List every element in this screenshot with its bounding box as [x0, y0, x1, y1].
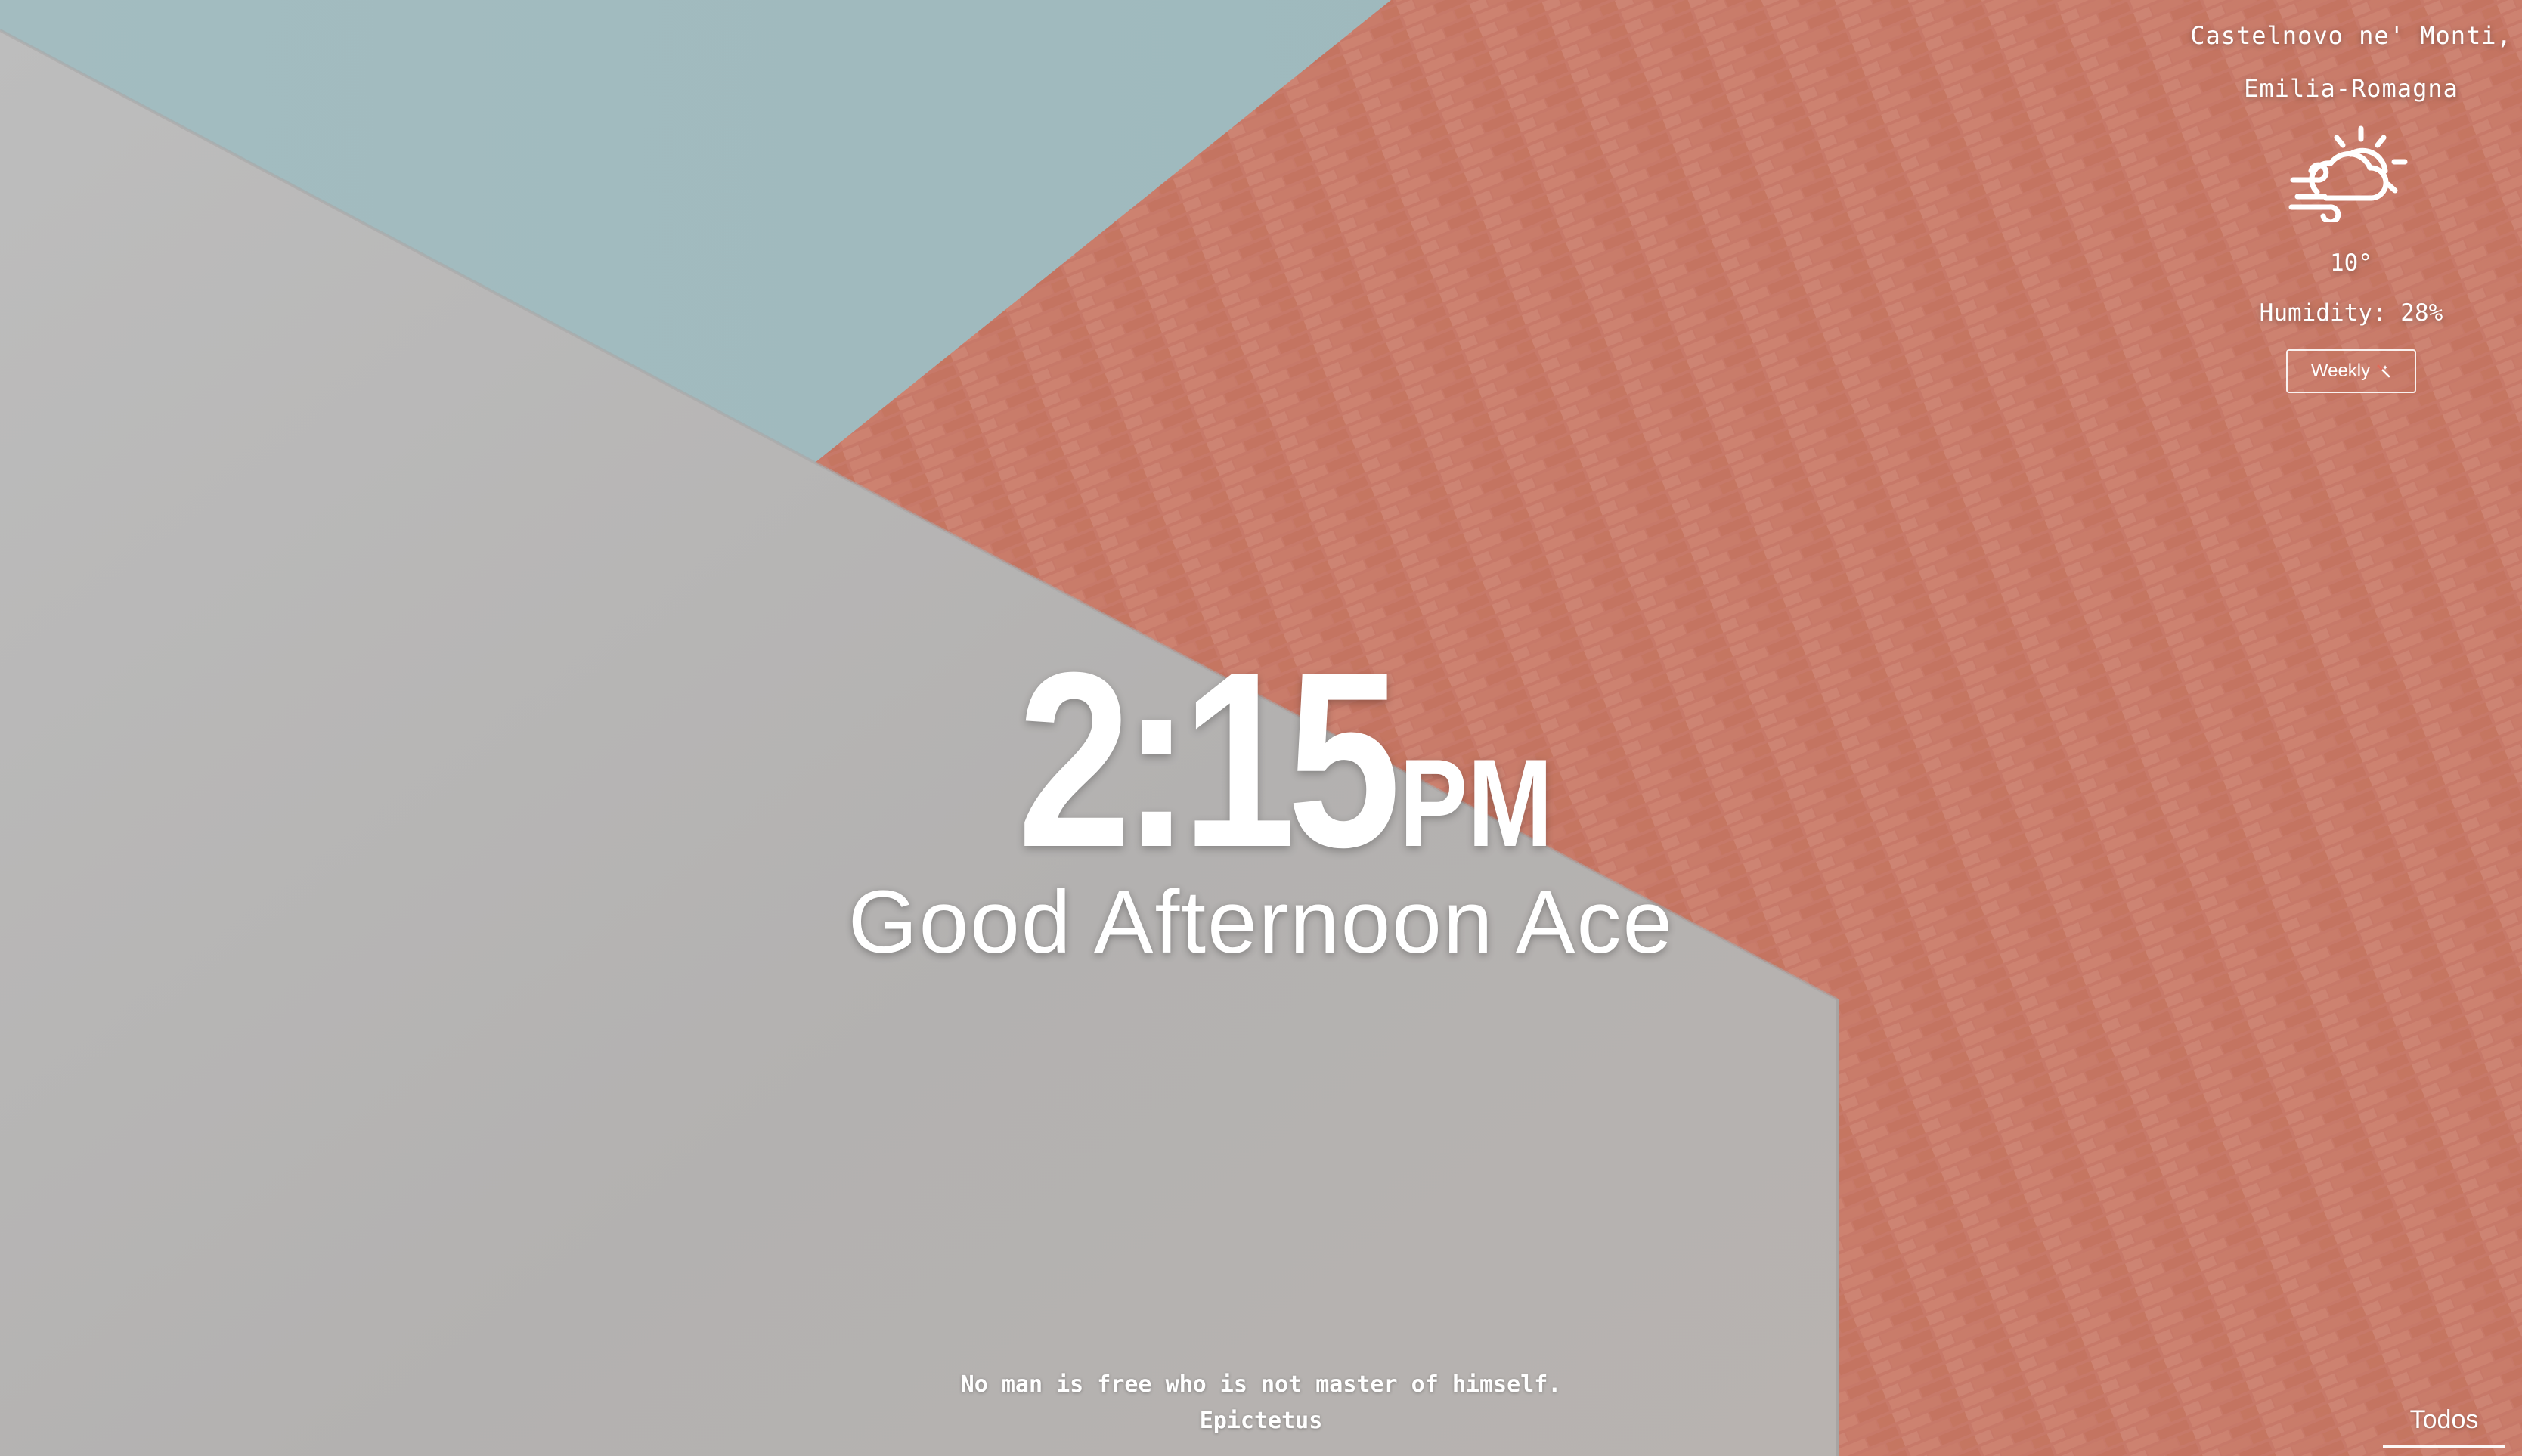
quote-author: Epictetus	[1199, 1408, 1323, 1434]
magic-wand-icon	[2376, 351, 2391, 392]
weekly-forecast-button[interactable]: Weekly	[2286, 349, 2416, 393]
greeting: Good Afternoon Ace	[847, 872, 1675, 972]
weather-location-line2: Emilia-Romagna	[2244, 74, 2458, 103]
weather-location-line1: Castelnovo ne' Monti,	[2190, 21, 2512, 50]
clock-time: 2:15	[1017, 620, 1401, 899]
clock-ampm: PM	[1399, 733, 1554, 872]
weekly-button-label: Weekly	[2310, 361, 2371, 381]
weather-humidity: Humidity: 28%	[2259, 299, 2443, 327]
quote: No man is free who is not master of hims…	[0, 1367, 2522, 1439]
weather-panel: Castelnovo ne' Monti, Emilia-Romagna 10°…	[2162, 9, 2522, 393]
quote-text: No man is free who is not master of hims…	[960, 1371, 1562, 1398]
clock: 2:15PM	[0, 635, 2522, 884]
weather-temperature: 10°	[2330, 249, 2372, 277]
cloud-sun-wind-icon	[2287, 124, 2415, 225]
todos-button[interactable]: Todos	[2383, 1400, 2505, 1448]
